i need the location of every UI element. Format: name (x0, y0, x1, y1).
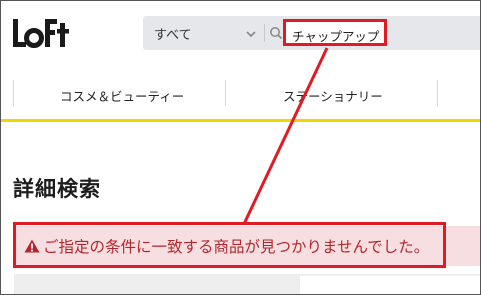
nav-separator (13, 80, 14, 106)
category-select-value: すべて (154, 28, 192, 43)
alert-highlight-box (13, 222, 446, 268)
search-divider (264, 24, 265, 42)
nav-accent-line (0, 119, 481, 122)
results-area-blank (300, 276, 481, 295)
category-nav: コスメ＆ビューティー ステーショナリー (0, 72, 481, 120)
chevron-down-icon (246, 31, 256, 38)
search-bar: すべて チャップアップ (143, 16, 481, 50)
loft-logo[interactable] (12, 15, 72, 55)
search-icon[interactable] (269, 26, 283, 40)
search-input[interactable]: チャップアップ (283, 19, 387, 46)
nav-item-stationery[interactable]: ステーショナリー (283, 86, 383, 105)
search-input-value: チャップアップ (292, 29, 380, 44)
nav-separator (225, 80, 226, 106)
page-title: 詳細検索 (13, 177, 101, 201)
nav-item-cosme-beauty[interactable]: コスメ＆ビューティー (60, 86, 184, 105)
category-select[interactable]: すべて (143, 16, 263, 50)
nav-separator (437, 80, 438, 106)
loft-logo-mark (13, 19, 69, 48)
